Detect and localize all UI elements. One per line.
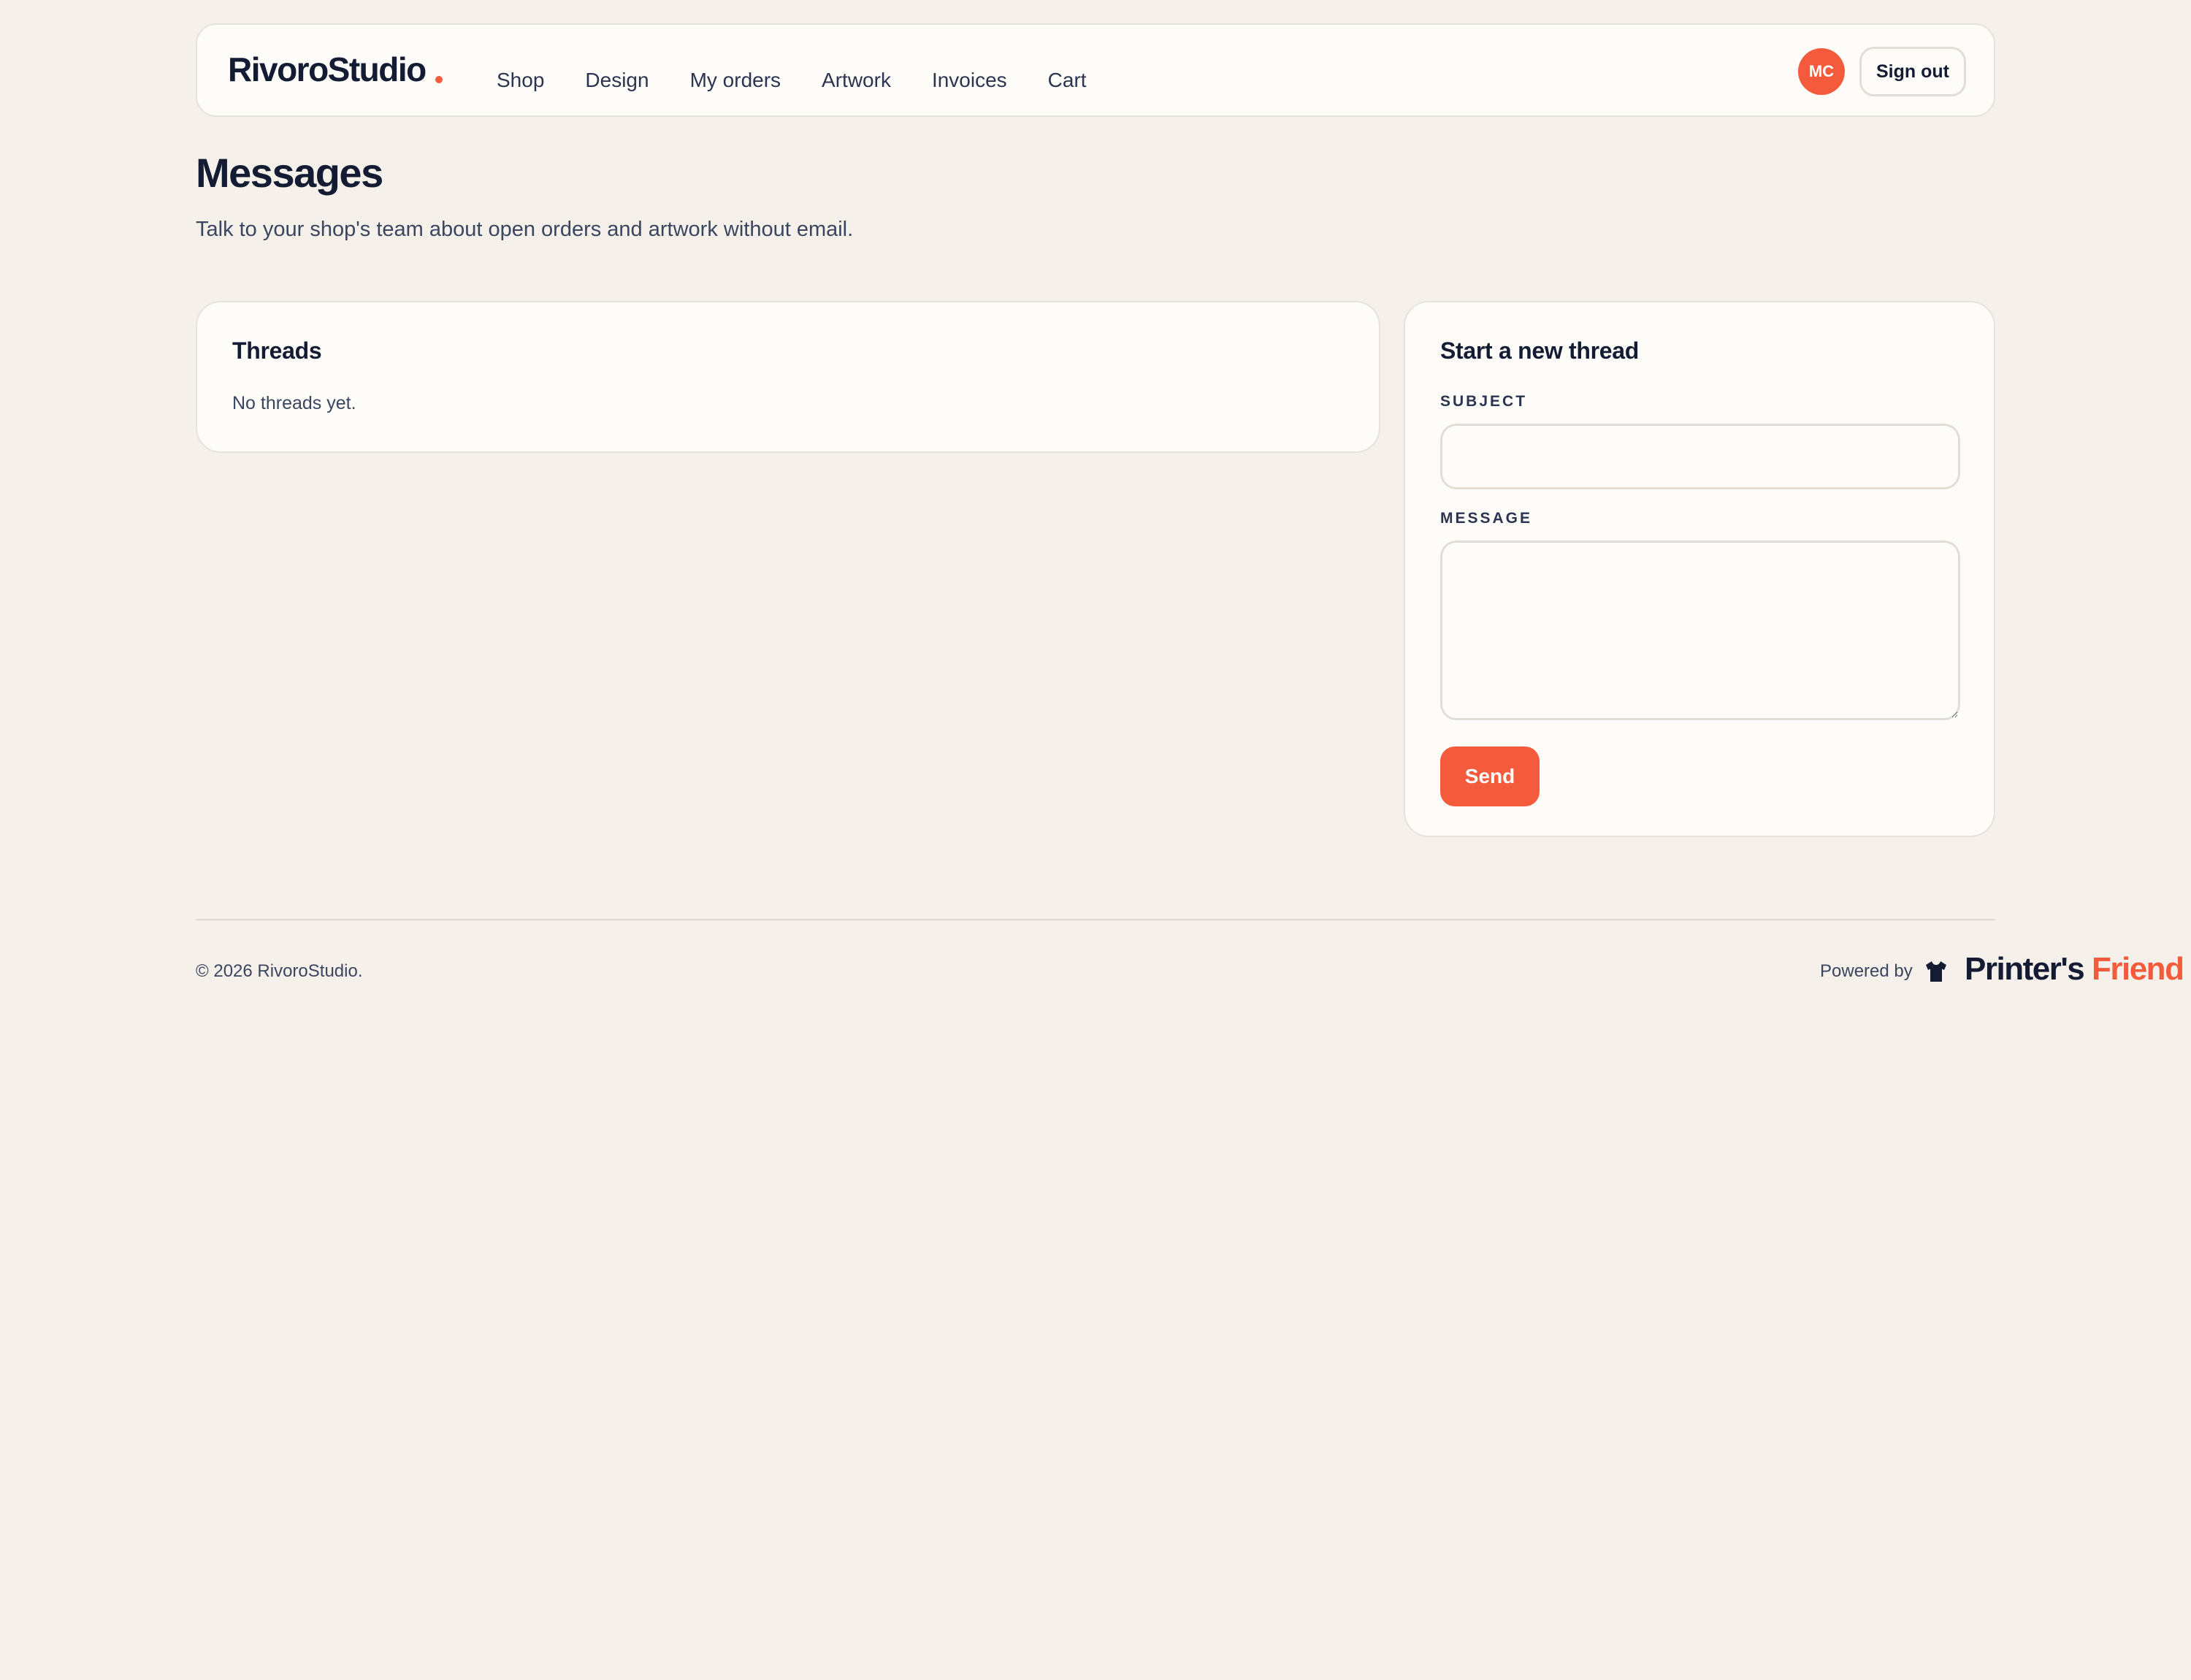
nav-shop[interactable]: Shop	[497, 67, 544, 93]
sign-out-button[interactable]: Sign out	[1859, 47, 1966, 96]
nav-invoices[interactable]: Invoices	[932, 67, 1007, 93]
main-nav: Shop Design My orders Artwork Invoices C…	[497, 67, 1128, 93]
powered-by-label: Powered by	[1820, 961, 1913, 981]
nav-cart[interactable]: Cart	[1048, 67, 1087, 93]
user-avatar[interactable]: MC	[1798, 48, 1845, 95]
printers-friend-logo[interactable]: Printer's Friend	[1965, 951, 2184, 988]
threads-title: Threads	[232, 337, 322, 364]
page-subtitle: Talk to your shop's team about open orde…	[196, 218, 854, 241]
subject-input[interactable]	[1440, 424, 1960, 489]
send-button[interactable]: Send	[1440, 747, 1540, 806]
shirt-icon	[1926, 961, 1946, 982]
new-thread-card: Start a new thread SUBJECT MESSAGE Send	[1404, 301, 1995, 837]
footer-copyright: © 2026 RivoroStudio.	[196, 961, 363, 981]
top-header: RivoroStudio Shop Design My orders Artwo…	[196, 23, 1995, 117]
logo-part1: Printer's	[1965, 951, 2085, 987]
nav-design[interactable]: Design	[585, 67, 649, 93]
brand-logo[interactable]: RivoroStudio	[228, 50, 427, 89]
footer-divider	[196, 919, 1995, 920]
message-label: MESSAGE	[1440, 510, 1533, 527]
message-textarea[interactable]	[1440, 541, 1960, 720]
page-title: Messages	[196, 150, 383, 196]
threads-card: Threads No threads yet.	[196, 301, 1380, 453]
brand-dot	[435, 76, 443, 83]
new-thread-title: Start a new thread	[1440, 337, 1640, 364]
nav-artwork[interactable]: Artwork	[822, 67, 891, 93]
threads-empty-text: No threads yet.	[232, 393, 356, 413]
subject-label: SUBJECT	[1440, 393, 1528, 410]
logo-part2: Friend	[2084, 951, 2184, 987]
nav-my-orders[interactable]: My orders	[690, 67, 781, 93]
